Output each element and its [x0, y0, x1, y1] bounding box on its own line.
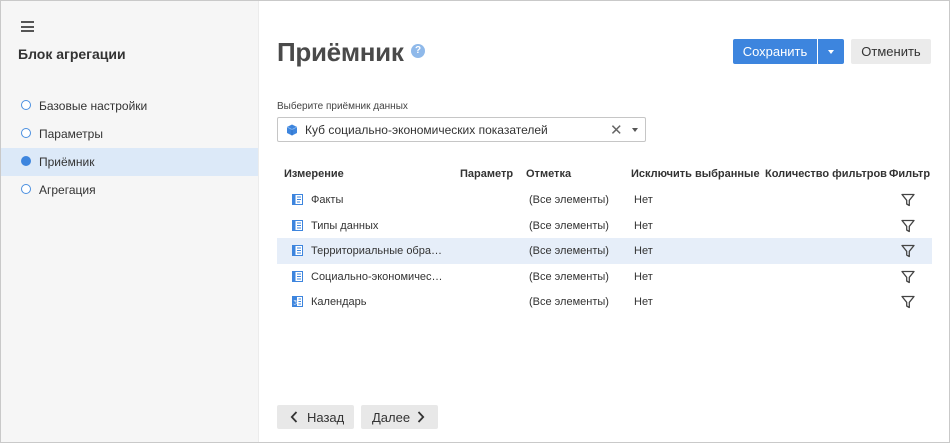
step-label: Приёмник: [39, 155, 95, 169]
table-row[interactable]: Факты (Все элементы) Нет: [277, 187, 932, 213]
cell-dimension: Типы данных: [311, 219, 379, 232]
receiver-label: Выберите приёмник данных: [277, 101, 408, 112]
dictionary-icon: [292, 245, 303, 256]
step-radio-icon: [21, 100, 31, 110]
column-mark: Отметка: [526, 168, 572, 180]
step-aggregation[interactable]: Агрегация: [1, 176, 258, 204]
chevron-left-icon: [290, 411, 298, 423]
table-header: Измерение Параметр Отметка Исключить выб…: [277, 168, 932, 182]
sidebar: Блок агрегации Базовые настройки Парамет…: [1, 1, 259, 442]
cell-mark: (Все элементы): [529, 219, 609, 232]
step-receiver[interactable]: Приёмник: [1, 148, 258, 176]
table-row[interactable]: Территориальные обра… (Все элементы) Нет: [277, 238, 932, 264]
save-button[interactable]: Сохранить: [733, 39, 817, 64]
filter-icon[interactable]: [901, 244, 915, 258]
cell-mark: (Все элементы): [529, 270, 609, 283]
back-button-label: Назад: [307, 410, 345, 425]
help-icon[interactable]: ?: [411, 44, 425, 58]
table-row[interactable]: Типы данных (Все элементы) Нет: [277, 213, 932, 239]
chevron-down-icon[interactable]: [632, 128, 638, 132]
cancel-button[interactable]: Отменить: [851, 39, 931, 64]
cell-exclude: Нет: [634, 219, 653, 232]
cell-dimension: Социально-экономичес…: [311, 270, 443, 283]
step-radio-icon: [21, 184, 31, 194]
cell-mark: (Все элементы): [529, 194, 609, 206]
clear-icon[interactable]: ✕: [610, 121, 623, 139]
cell-mark: (Все элементы): [529, 296, 609, 308]
cell-exclude: Нет: [634, 245, 653, 257]
calendar-icon: 3: [292, 296, 303, 307]
step-label: Параметры: [39, 127, 103, 141]
cell-exclude: Нет: [634, 270, 653, 283]
receiver-value: Куб социально-экономических показателей: [305, 123, 548, 137]
back-button[interactable]: Назад: [277, 405, 354, 429]
step-radio-icon: [21, 156, 31, 166]
filter-icon[interactable]: [901, 193, 915, 207]
hamburger-menu-icon[interactable]: [21, 21, 34, 32]
cell-mark: (Все элементы): [529, 245, 609, 257]
step-base-settings[interactable]: Базовые настройки: [1, 92, 258, 120]
wizard-steps: Базовые настройки Параметры Приёмник Агр…: [1, 92, 258, 204]
save-dropdown-button[interactable]: [818, 39, 844, 64]
table-row[interactable]: 3 Календарь (Все элементы) Нет: [277, 289, 932, 315]
table-row[interactable]: Социально-экономичес… (Все элементы) Нет: [277, 264, 932, 290]
filter-icon[interactable]: [901, 219, 915, 233]
sidebar-title: Блок агрегации: [18, 46, 126, 62]
column-exclude: Исключить выбранные: [631, 168, 760, 180]
column-filter-count: Количество фильтров: [765, 168, 887, 180]
page-title: Приёмник: [277, 37, 404, 67]
chevron-right-icon: [417, 411, 425, 423]
next-button-label: Далее: [372, 410, 411, 425]
next-button[interactable]: Далее: [361, 405, 438, 429]
dimensions-table: Факты (Все элементы) Нет Типы данных (Вс…: [277, 187, 932, 315]
cell-exclude: Нет: [634, 296, 653, 308]
cube-icon: [286, 124, 298, 136]
step-radio-icon: [21, 128, 31, 138]
svg-text:3: 3: [293, 299, 297, 306]
filter-icon[interactable]: [901, 295, 915, 309]
dictionary-icon: [292, 270, 303, 282]
cell-dimension: Календарь: [311, 296, 367, 308]
step-label: Агрегация: [39, 183, 96, 197]
receiver-select[interactable]: Куб социально-экономических показателей …: [277, 117, 646, 142]
column-dimension: Измерение: [284, 168, 344, 180]
step-label: Базовые настройки: [39, 99, 148, 113]
facts-icon: [292, 194, 303, 205]
column-parameter: Параметр: [460, 168, 514, 180]
filter-icon[interactable]: [901, 270, 915, 284]
chevron-down-icon: [828, 50, 834, 54]
column-filter: Фильтр: [889, 168, 931, 180]
app-window: Блок агрегации Базовые настройки Парамет…: [0, 0, 950, 443]
dictionary-icon: [292, 219, 303, 231]
cell-dimension: Территориальные обра…: [311, 245, 442, 257]
cell-exclude: Нет: [634, 194, 653, 206]
cell-dimension: Факты: [311, 194, 344, 206]
step-parameters[interactable]: Параметры: [1, 120, 258, 148]
